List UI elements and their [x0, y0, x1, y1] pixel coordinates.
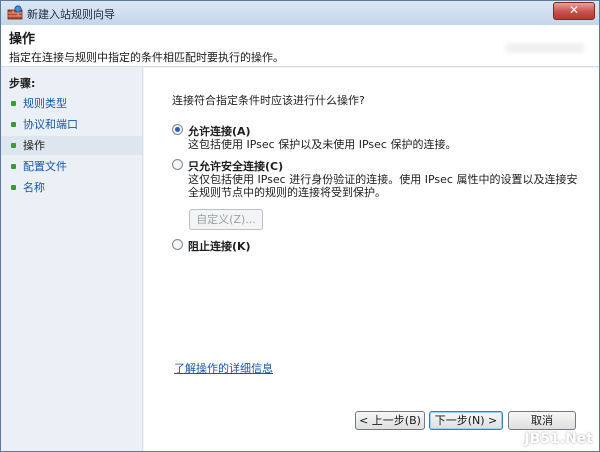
action-question: 连接符合指定条件时应该进行什么操作? [172, 94, 365, 107]
firewall-icon [7, 5, 23, 20]
sidebar-item-label: 协议和端口 [23, 118, 78, 131]
next-button[interactable]: 下一步(N) > [429, 411, 503, 430]
allow-radio[interactable] [172, 124, 183, 135]
learn-more-link[interactable]: 了解操作的详细信息 [174, 360, 273, 376]
sidebar-item-label: 名称 [23, 181, 45, 194]
sidebar-item-protocol-ports[interactable]: 协议和端口 [1, 115, 142, 134]
step-bullet-icon [11, 185, 16, 190]
block-radio[interactable] [172, 239, 183, 250]
header-decoration [505, 43, 585, 53]
watermark: JB51.Net [524, 431, 593, 447]
allow-label[interactable]: 允许连接(A) [188, 123, 251, 139]
block-label[interactable]: 阻止连接(K) [188, 238, 251, 254]
allow-secure-description-line: 这仅包括使用 IPsec 进行身份验证的连接。使用 IPsec 属性中的设置以及… [188, 173, 578, 186]
step-bullet-icon [11, 164, 16, 169]
sidebar-item-profile[interactable]: 配置文件 [1, 157, 142, 176]
steps-title: 步骤: [9, 77, 36, 90]
page-title: 操作 [9, 32, 36, 47]
allow-description-line: 这包括使用 IPsec 保护以及未使用 IPsec 保护的连接。 [188, 138, 457, 151]
sidebar-item-label: 规则类型 [23, 97, 67, 110]
sidebar-item-rule-type[interactable]: 规则类型 [1, 94, 142, 113]
sidebar-item-action[interactable]: 操作 [1, 136, 142, 155]
allow-description: 这包括使用 IPsec 保护以及未使用 IPsec 保护的连接。 [188, 138, 456, 151]
allow-secure-description-line: 全规则节点中的规则的连接将受到保护。 [188, 186, 386, 199]
allow-secure-label[interactable]: 只允许安全连接(C) [188, 158, 283, 174]
page-header: 操作 指定在连接与规则中指定的条件相匹配时要执行的操作。 [1, 25, 599, 67]
customize-button[interactable]: 自定义(Z)... [189, 209, 263, 230]
sidebar-item-name[interactable]: 名称 [1, 178, 142, 197]
steps-sidebar: 步骤: 规则类型 协议和端口 操作 配置文件 名称 [1, 68, 143, 451]
allow-secure-radio[interactable] [172, 159, 183, 170]
cancel-button[interactable]: 取消 [508, 411, 576, 430]
sidebar-item-label: 操作 [23, 139, 45, 152]
back-button[interactable]: < 上一步(B) [355, 411, 425, 430]
allow-secure-description: 这仅包括使用 IPsec 进行身份验证的连接。使用 IPsec 属性中的设置以及… [188, 173, 577, 199]
wizard-window: 新建入站规则向导 ✕ 操作 指定在连接与规则中指定的条件相匹配时要执行的操作。 … [0, 0, 600, 452]
title-bar[interactable]: 新建入站规则向导 ✕ [1, 1, 599, 25]
step-bullet-icon [11, 101, 16, 106]
step-bullet-icon [11, 143, 16, 148]
main-content: 连接符合指定条件时应该进行什么操作? 允许连接(A) 这包括使用 IPsec 保… [144, 68, 599, 451]
close-button[interactable]: ✕ [553, 2, 595, 20]
step-bullet-icon [11, 122, 16, 127]
sidebar-item-label: 配置文件 [23, 160, 67, 173]
page-description: 指定在连接与规则中指定的条件相匹配时要执行的操作。 [9, 51, 284, 64]
window-title: 新建入站规则向导 [27, 8, 115, 21]
